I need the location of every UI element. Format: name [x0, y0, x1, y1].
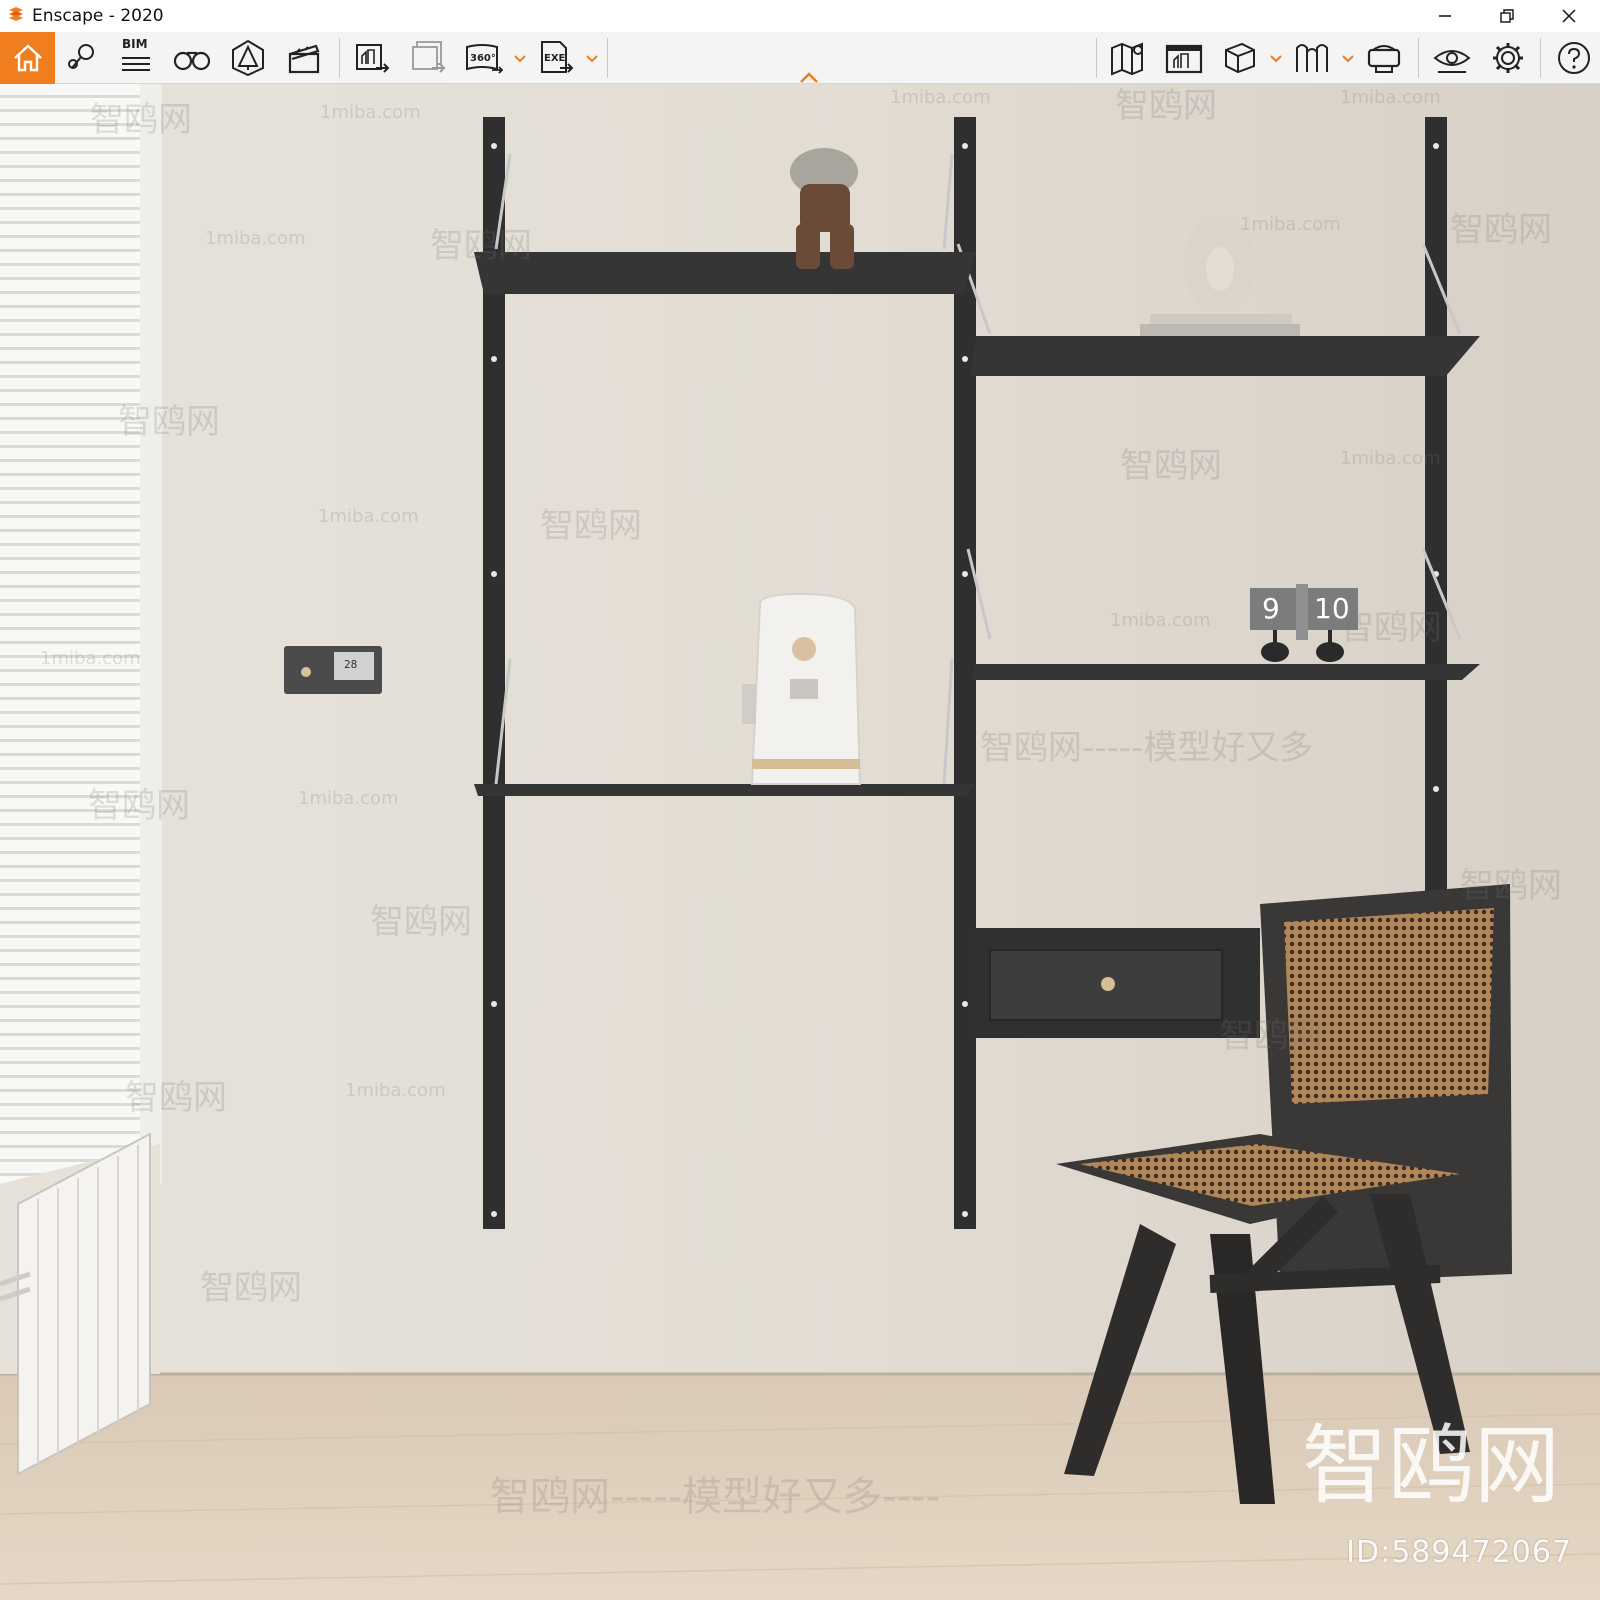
- watermark-cn: 智鸥网: [1340, 608, 1442, 648]
- watermark-cn: 智鸥网: [90, 100, 192, 140]
- general-settings-button[interactable]: [1484, 36, 1532, 80]
- bim-label: BIM: [122, 37, 148, 51]
- export-exe-label: EXE: [544, 53, 566, 64]
- watermark-cn: 智鸥网: [1115, 86, 1217, 126]
- help-icon: [1558, 42, 1590, 74]
- window-title: Enscape - 2020: [32, 6, 164, 26]
- views-button[interactable]: [168, 36, 216, 80]
- watermark-cn: 智鸥网: [200, 1268, 302, 1308]
- enscape-logo-icon: [9, 7, 23, 21]
- watermark-slogan: 智鸥网-----模型好又多----: [490, 1474, 940, 1520]
- watermark-site: 1miba.com: [40, 648, 141, 669]
- export-dropdown-chevron-down-icon[interactable]: [585, 54, 599, 64]
- export-exe-button[interactable]: EXE: [532, 36, 580, 80]
- locations-button[interactable]: [58, 36, 106, 80]
- asset-library-button[interactable]: [224, 36, 272, 80]
- panorama-360-button[interactable]: 360°: [460, 36, 508, 80]
- panorama-dropdown-chevron-down-icon[interactable]: [513, 54, 527, 64]
- sync-views-icon: [1296, 44, 1328, 72]
- enscape-window: Enscape - 2020 BIM 360° EXE 1miba.com 1m…: [0, 0, 1600, 1600]
- render-screenshot-button[interactable]: [348, 36, 396, 80]
- window-blinds: [0, 84, 160, 1184]
- home-button[interactable]: [0, 32, 55, 84]
- bim-button[interactable]: BIM: [112, 36, 160, 80]
- batch-render-button[interactable]: [404, 36, 452, 80]
- collapse-toolbar-chevron-up-icon[interactable]: [798, 70, 820, 84]
- rendered-scene: [0, 84, 1600, 1600]
- watermark-cn: 智鸥网: [1460, 866, 1562, 906]
- title-bar: Enscape - 2020: [0, 0, 1600, 32]
- close-icon: [1562, 9, 1576, 23]
- image-gallery-icon: [1165, 44, 1203, 74]
- toolbar-separator: [339, 38, 340, 78]
- watermark-cn: 智鸥网: [88, 786, 190, 826]
- video-editor-button[interactable]: [280, 36, 328, 80]
- visual-settings-button[interactable]: [1428, 36, 1476, 80]
- minimize-button[interactable]: [1414, 0, 1476, 32]
- batch-export-icon: [412, 41, 446, 73]
- vr-headset-icon: [1367, 45, 1401, 73]
- watermark-site: 1miba.com: [345, 1080, 446, 1101]
- clock-hour: 9: [1262, 592, 1280, 625]
- panorama-360-label: 360°: [470, 53, 496, 64]
- sync-dropdown-chevron-down-icon[interactable]: [1341, 54, 1355, 64]
- window-controls: [1414, 0, 1600, 32]
- minimize-icon: [1439, 15, 1451, 17]
- watermark-site: 1miba.com: [1340, 448, 1441, 469]
- cube-dropdown-chevron-down-icon[interactable]: [1269, 54, 1283, 64]
- watermark-site: 1miba.com: [890, 87, 991, 108]
- render-viewport[interactable]: 1miba.com 1miba.com 1miba.com 1miba.com …: [0, 84, 1600, 1600]
- panorama-360-icon: 360°: [466, 44, 504, 74]
- watermark-cn: 智鸥网: [540, 506, 642, 546]
- watermark-site: 1miba.com: [1110, 610, 1211, 631]
- toolbar-separator: [1418, 38, 1419, 78]
- export-image-icon: [356, 44, 390, 73]
- thermostat: [284, 646, 382, 694]
- watermark-site: 1miba.com: [1340, 87, 1441, 108]
- watermark-site: 1miba.com: [1240, 214, 1341, 235]
- gear-icon: [1493, 43, 1523, 73]
- map-icon: [1111, 42, 1143, 76]
- screenshot-editor-button[interactable]: [1160, 36, 1208, 80]
- toolbar-separator: [607, 38, 608, 78]
- watermark-slogan: 智鸥网-----模型好又多: [980, 728, 1314, 768]
- toolbar-separator: [1096, 38, 1097, 78]
- cube-icon: [1225, 42, 1255, 74]
- watermark-cn: 智鸥网: [370, 902, 472, 942]
- eye-icon: [1433, 50, 1471, 73]
- clock-minute: 10: [1314, 592, 1350, 625]
- watermark-site: 1miba.com: [318, 506, 419, 527]
- watermark-site: 1miba.com: [298, 788, 399, 809]
- restore-button[interactable]: [1476, 0, 1538, 32]
- close-button[interactable]: [1538, 0, 1600, 32]
- espresso-machine: [742, 592, 862, 785]
- toolbar-separator: [1540, 38, 1541, 78]
- map-pin-icon: [68, 44, 94, 69]
- asset-library-icon: [232, 39, 264, 77]
- clapperboard-icon: [288, 44, 320, 74]
- sync-views-button[interactable]: [1288, 36, 1336, 80]
- help-button[interactable]: [1550, 36, 1598, 80]
- vr-headset-button[interactable]: [1360, 36, 1408, 80]
- main-toolbar: BIM 360° EXE: [0, 32, 1600, 84]
- restore-icon: [1500, 9, 1514, 23]
- watermark-logo: 智鸥网: [1302, 1416, 1560, 1516]
- watermark-cn: 智鸥网: [430, 226, 532, 266]
- export-exe-icon: EXE: [541, 41, 574, 73]
- watermark-cn: 智鸥网: [1120, 446, 1222, 486]
- watermark-cn: 智鸥网: [118, 402, 220, 442]
- watermark-cn: 智鸥网: [1220, 1016, 1322, 1056]
- home-icon: [13, 44, 42, 72]
- cube-view-button[interactable]: [1216, 36, 1264, 80]
- watermark-cn: 智鸥网: [125, 1078, 227, 1118]
- watermark-site: 1miba.com: [320, 102, 421, 123]
- model-id-label: ID:589472067: [1346, 1535, 1572, 1570]
- thermostat-reading: 28: [344, 658, 358, 671]
- watermark-cn: 智鸥网: [1450, 210, 1552, 250]
- watermark-site: 1miba.com: [205, 228, 306, 249]
- map-button[interactable]: [1104, 36, 1152, 80]
- binoculars-icon: [173, 51, 211, 71]
